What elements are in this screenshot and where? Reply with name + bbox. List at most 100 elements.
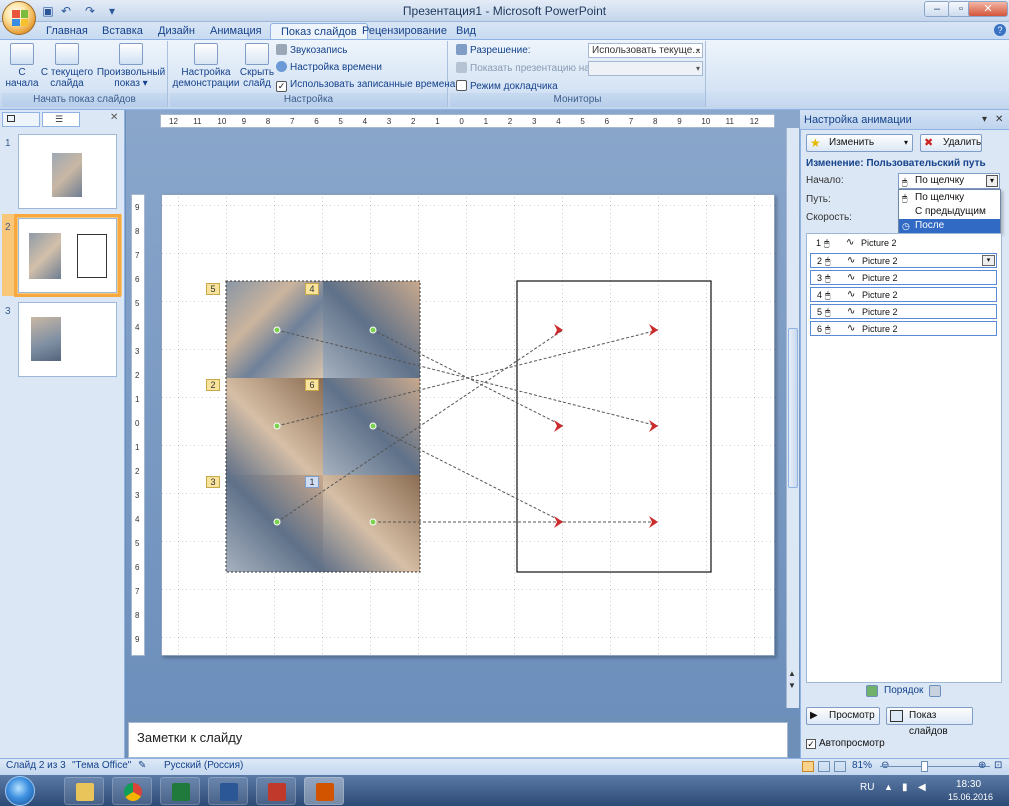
scrollbar-thumb[interactable] xyxy=(788,328,798,488)
chevron-down-icon: ▾ xyxy=(903,138,908,147)
record-narration-button[interactable]: Звукозапись xyxy=(276,43,347,59)
previous-slide-icon[interactable]: ▲ xyxy=(788,669,796,678)
taskbar-explorer[interactable] xyxy=(64,777,104,805)
remove-effect-button[interactable]: ✖ Удалить xyxy=(920,134,982,152)
keyboard-language[interactable]: RU xyxy=(860,782,874,793)
tray-arrow-icon[interactable]: ▲ xyxy=(884,782,893,792)
star-icon: ★ xyxy=(810,136,821,150)
ruler-tick: 7 xyxy=(135,251,140,260)
ruler-tick: 10 xyxy=(701,117,711,126)
office-logo-icon xyxy=(12,10,28,26)
tab-view[interactable]: Вид xyxy=(446,23,486,40)
taskbar-chrome[interactable] xyxy=(112,777,152,805)
rehearse-timings-button[interactable]: Настройка времени xyxy=(276,60,382,76)
setup-show-button[interactable]: Настройка демонстрации xyxy=(172,43,240,89)
animation-tag[interactable]: 3 xyxy=(206,476,220,488)
vertical-scrollbar[interactable]: ▲ ▼ xyxy=(786,128,799,708)
animation-item-2[interactable]: 2 🖱 ∿ Picture 2 ▾ xyxy=(810,253,997,268)
animation-item-1[interactable]: 1 🖱 ∿ Picture 2 xyxy=(810,236,997,251)
animation-item-3[interactable]: 3 🖱 ∿ Picture 2 xyxy=(810,270,997,285)
custom-show-button[interactable]: Произвольный показ ▾ xyxy=(96,43,166,89)
slide-canvas[interactable]: 5 4 2 6 3 1 xyxy=(161,194,776,657)
clock-date[interactable]: 15.06.2016 xyxy=(948,792,993,802)
show-on-label: Показать презентацию на: xyxy=(456,61,593,77)
close-icon[interactable]: ✕ xyxy=(110,112,118,123)
zoom-level[interactable]: 81% xyxy=(852,760,872,771)
clock-time[interactable]: 18:30 xyxy=(956,779,981,790)
chevron-down-icon[interactable]: ▾ xyxy=(986,175,998,187)
network-icon[interactable]: ▮ xyxy=(902,782,908,793)
preview-button[interactable]: ▶ Просмотр xyxy=(806,707,880,725)
tab-slides[interactable] xyxy=(2,112,40,127)
autopreview-checkbox[interactable]: ✓ Автопросмотр xyxy=(806,738,885,749)
ruler-tick: 7 xyxy=(290,117,295,126)
tab-design[interactable]: Дизайн xyxy=(148,23,205,40)
animation-item-5[interactable]: 5 🖱 ∿ Picture 2 xyxy=(810,304,997,319)
start-option-after-previous[interactable]: ◷ После предыдущего xyxy=(899,219,1000,245)
ruler-tick: 8 xyxy=(135,227,140,236)
chevron-down-icon: ▾ xyxy=(695,64,700,73)
notes-pane[interactable]: Заметки к слайду xyxy=(128,722,788,758)
chevron-down-icon[interactable]: ▾ xyxy=(982,255,995,266)
start-button[interactable] xyxy=(5,776,35,806)
language-indicator[interactable]: Русский (Россия) xyxy=(164,760,243,771)
ruler-tick: 12 xyxy=(169,117,178,126)
zoom-in-icon[interactable]: ⊕ xyxy=(978,760,986,771)
slideshow-button[interactable]: Показ слайдов xyxy=(886,707,973,737)
notes-placeholder: Заметки к слайду xyxy=(137,730,243,745)
start-option-on-click[interactable]: 🖱 По щелчку xyxy=(899,191,1000,205)
volume-icon[interactable]: ◀ xyxy=(918,782,926,793)
start-select[interactable]: 🖱 По щелчку ▾ xyxy=(898,173,1000,189)
close-button[interactable]: ✕ xyxy=(968,1,1008,17)
zoom-slider-thumb[interactable] xyxy=(921,761,928,772)
slide-thumbnail-1[interactable] xyxy=(18,134,117,209)
tab-animations[interactable]: Анимация xyxy=(200,23,272,40)
next-slide-icon[interactable]: ▼ xyxy=(788,681,796,690)
mouse-click-icon: 🖱 xyxy=(902,193,908,203)
tab-home[interactable]: Главная xyxy=(36,23,98,40)
animation-tag[interactable]: 6 xyxy=(305,379,319,391)
move-down-icon[interactable] xyxy=(929,685,941,697)
hide-slide-button[interactable]: Скрыть слайд xyxy=(238,43,276,89)
use-timings-checkbox[interactable]: ✓ Использовать записанные времена xyxy=(276,77,455,93)
taskbar-powerpoint[interactable] xyxy=(304,777,344,805)
animation-tag[interactable]: 4 xyxy=(305,283,319,295)
minimize-button[interactable]: – xyxy=(924,1,950,17)
fit-to-window-icon[interactable]: ⊡ xyxy=(994,760,1002,771)
pane-menu-icon[interactable]: ▾ xyxy=(982,114,987,125)
from-beginning-button[interactable]: С начала xyxy=(4,43,40,89)
animation-item-6[interactable]: 6 🖱 ∿ Picture 2 xyxy=(810,321,997,336)
slideshow-view-icon[interactable] xyxy=(834,761,846,772)
office-button[interactable] xyxy=(2,1,36,35)
change-effect-button[interactable]: ★ Изменить ▾ xyxy=(806,134,913,152)
ruler-tick: 5 xyxy=(580,117,585,126)
slide-counter: Слайд 2 из 3 xyxy=(6,760,66,771)
from-current-slide-button[interactable]: С текущего слайда xyxy=(40,43,94,89)
help-icon[interactable]: ? xyxy=(994,24,1006,36)
start-option-with-previous[interactable]: С предыдущим xyxy=(899,205,1000,219)
taskbar-word[interactable] xyxy=(208,777,248,805)
show-on-select[interactable]: ▾ xyxy=(588,61,703,76)
taskbar-excel[interactable] xyxy=(160,777,200,805)
slide-sorter-icon[interactable] xyxy=(818,761,830,772)
close-icon[interactable]: ✕ xyxy=(995,114,1003,125)
tab-review[interactable]: Рецензирование xyxy=(352,23,457,40)
mouse-click-icon: 🖱 xyxy=(824,238,830,248)
move-up-icon[interactable] xyxy=(866,685,878,697)
animation-tag[interactable]: 2 xyxy=(206,379,220,391)
tab-outline[interactable]: ☰ xyxy=(42,112,80,127)
spell-check-icon[interactable]: ✎ xyxy=(138,760,146,771)
slide-thumbnail-3[interactable] xyxy=(18,302,117,377)
slide-thumbnail-2[interactable] xyxy=(14,214,121,297)
zoom-slider[interactable] xyxy=(880,766,990,767)
ruler-tick: 3 xyxy=(386,117,392,126)
animation-tag[interactable]: 1 xyxy=(305,476,319,488)
tab-insert[interactable]: Вставка xyxy=(92,23,153,40)
taskbar-app[interactable] xyxy=(256,777,296,805)
animation-tag[interactable]: 5 xyxy=(206,283,220,295)
slide-drawing xyxy=(162,195,776,657)
resolution-select[interactable]: Использовать текуще... ▾ xyxy=(588,43,703,58)
animation-item-4[interactable]: 4 🖱 ∿ Picture 2 xyxy=(810,287,997,302)
normal-view-icon[interactable] xyxy=(802,761,814,772)
monitor-icon xyxy=(456,44,467,55)
